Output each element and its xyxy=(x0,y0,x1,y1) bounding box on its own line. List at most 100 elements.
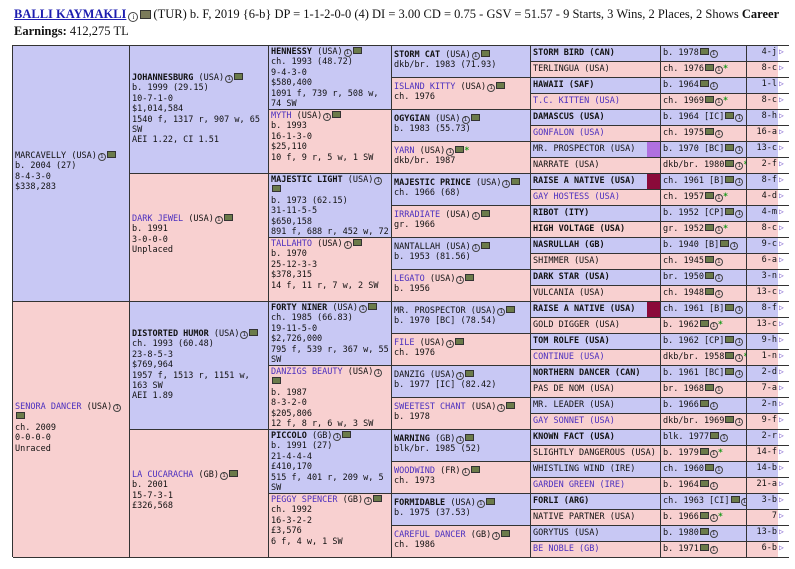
photo-icon[interactable] xyxy=(506,306,516,313)
info-icon[interactable]: i xyxy=(497,308,506,316)
ancestor-link[interactable]: FORTY NINER xyxy=(271,303,327,313)
photo-icon[interactable] xyxy=(704,464,714,471)
info-icon[interactable]: i xyxy=(461,116,470,124)
info-icon[interactable]: i xyxy=(714,66,723,74)
ancestor-link[interactable]: RIBOT (ITY) xyxy=(533,208,589,218)
ancestor-link[interactable]: LA CUCARACHA xyxy=(132,470,193,480)
photo-icon[interactable] xyxy=(699,528,709,535)
ancestor-link[interactable]: MR. PROSPECTOR (USA) xyxy=(533,144,635,154)
expand-arrow-icon[interactable]: ▷ xyxy=(779,111,784,120)
ancestor-link[interactable]: SHIMMER (USA) xyxy=(533,256,600,266)
ancestor-link[interactable]: SWEETEST CHANT xyxy=(394,402,466,412)
photo-icon[interactable] xyxy=(465,274,475,281)
ancestor-link[interactable]: GAY HOSTESS (USA) xyxy=(533,192,620,202)
photo-icon[interactable] xyxy=(229,470,239,477)
ancestor-link[interactable]: HAWAII (SAF) xyxy=(533,80,594,90)
ancestor-link[interactable]: LEGATO xyxy=(394,274,425,284)
photo-icon[interactable] xyxy=(699,480,709,487)
photo-icon[interactable] xyxy=(465,434,475,441)
info-icon[interactable]: i xyxy=(476,500,485,508)
photo-icon[interactable] xyxy=(725,208,735,215)
ancestor-link[interactable]: TALLAHTO xyxy=(271,239,312,249)
info-icon[interactable]: i xyxy=(720,434,729,442)
photo-icon[interactable] xyxy=(704,288,714,295)
ancestor-link[interactable]: JOHANNESBURG xyxy=(132,73,193,83)
info-icon[interactable]: i xyxy=(128,12,139,22)
photo-icon[interactable] xyxy=(704,64,714,71)
photo-icon[interactable] xyxy=(249,329,259,336)
info-icon[interactable]: i xyxy=(323,113,332,121)
expand-arrow-icon[interactable]: ▷ xyxy=(779,79,784,88)
info-icon[interactable]: i xyxy=(735,178,744,186)
info-icon[interactable]: i xyxy=(709,402,718,410)
photo-icon[interactable] xyxy=(272,185,281,193)
expand-arrow-icon[interactable]: ▷ xyxy=(779,447,784,456)
photo-icon[interactable] xyxy=(699,512,709,519)
photo-icon[interactable] xyxy=(699,544,709,551)
ancestor-link[interactable]: ISLAND KITTY xyxy=(394,82,455,92)
expand-arrow-icon[interactable]: ▷ xyxy=(779,255,784,264)
expand-arrow-icon[interactable]: ▷ xyxy=(779,335,784,344)
info-icon[interactable]: i xyxy=(735,114,744,122)
ancestor-link[interactable]: SENORA DANCER xyxy=(15,402,82,412)
ancestor-link[interactable]: FILE xyxy=(394,338,414,348)
info-icon[interactable]: i xyxy=(714,226,723,234)
photo-icon[interactable] xyxy=(373,495,383,502)
photo-icon[interactable] xyxy=(725,304,735,311)
ancestor-link[interactable]: GORYTUS (USA) xyxy=(533,528,600,538)
info-icon[interactable]: i xyxy=(735,418,744,426)
ancestor-link[interactable]: T.C. KITTEN (USA) xyxy=(533,96,620,106)
photo-icon[interactable] xyxy=(470,114,480,121)
photo-icon[interactable] xyxy=(455,146,465,153)
expand-arrow-icon[interactable]: ▷ xyxy=(779,287,784,296)
info-icon[interactable]: i xyxy=(502,180,511,188)
info-icon[interactable]: i xyxy=(461,468,470,476)
photo-icon[interactable] xyxy=(704,128,714,135)
expand-arrow-icon[interactable]: ▷ xyxy=(779,367,784,376)
ancestor-link[interactable]: OGYGIAN xyxy=(394,114,430,124)
info-icon[interactable]: i xyxy=(446,148,455,156)
ancestor-link[interactable]: PICCOLO xyxy=(271,431,307,441)
photo-icon[interactable] xyxy=(704,384,714,391)
photo-icon[interactable] xyxy=(725,416,735,423)
photo-icon[interactable] xyxy=(704,96,714,103)
photo-icon[interactable] xyxy=(725,336,735,343)
photo-icon[interactable] xyxy=(501,530,511,537)
horse-name-link[interactable]: BALLI KAYMAKLI xyxy=(14,7,126,21)
ancestor-link[interactable]: DARK STAR (USA) xyxy=(533,272,610,282)
photo-icon[interactable] xyxy=(496,82,506,89)
expand-arrow-icon[interactable]: ▷ xyxy=(779,191,784,200)
photo-icon[interactable] xyxy=(725,144,735,151)
photo-icon[interactable] xyxy=(725,112,735,119)
expand-arrow-icon[interactable]: ▷ xyxy=(779,223,784,232)
expand-arrow-icon[interactable]: ▷ xyxy=(779,239,784,248)
info-icon[interactable]: i xyxy=(240,331,249,339)
ancestor-link[interactable]: HENNESSY xyxy=(271,47,312,57)
photo-icon[interactable] xyxy=(465,370,475,377)
photo-icon[interactable] xyxy=(16,412,25,420)
photo-icon[interactable] xyxy=(511,178,521,185)
photo-icon[interactable] xyxy=(730,496,740,503)
ancestor-link[interactable]: DAMASCUS (USA) xyxy=(533,112,605,122)
ancestor-link[interactable]: RAISE A NATIVE (USA) xyxy=(533,176,635,186)
expand-arrow-icon[interactable]: ▷ xyxy=(779,399,784,408)
info-icon[interactable]: i xyxy=(343,49,352,57)
expand-arrow-icon[interactable]: ▷ xyxy=(779,95,784,104)
expand-arrow-icon[interactable]: ▷ xyxy=(779,431,784,440)
photo-icon[interactable] xyxy=(704,192,714,199)
ancestor-link[interactable]: GONFALON (USA) xyxy=(533,128,605,138)
ancestor-link[interactable]: BE NOBLE (GB) xyxy=(533,544,600,554)
expand-arrow-icon[interactable]: ▷ xyxy=(779,383,784,392)
ancestor-link[interactable]: TOM ROLFE (USA) xyxy=(533,336,610,346)
ancestor-link[interactable]: SLIGHTLY DANGEROUS (USA) xyxy=(533,448,656,458)
info-icon[interactable]: i xyxy=(343,241,352,249)
info-icon[interactable]: i xyxy=(113,404,122,412)
photo-icon[interactable] xyxy=(506,402,516,409)
photo-icon[interactable] xyxy=(352,239,362,246)
photo-icon[interactable] xyxy=(725,368,735,375)
info-icon[interactable]: i xyxy=(97,153,106,161)
info-icon[interactable]: i xyxy=(446,340,455,348)
expand-arrow-icon[interactable]: ▷ xyxy=(779,527,784,536)
info-icon[interactable]: i xyxy=(471,52,480,60)
ancestor-link[interactable]: STORM BIRD (CAN) xyxy=(533,48,615,58)
